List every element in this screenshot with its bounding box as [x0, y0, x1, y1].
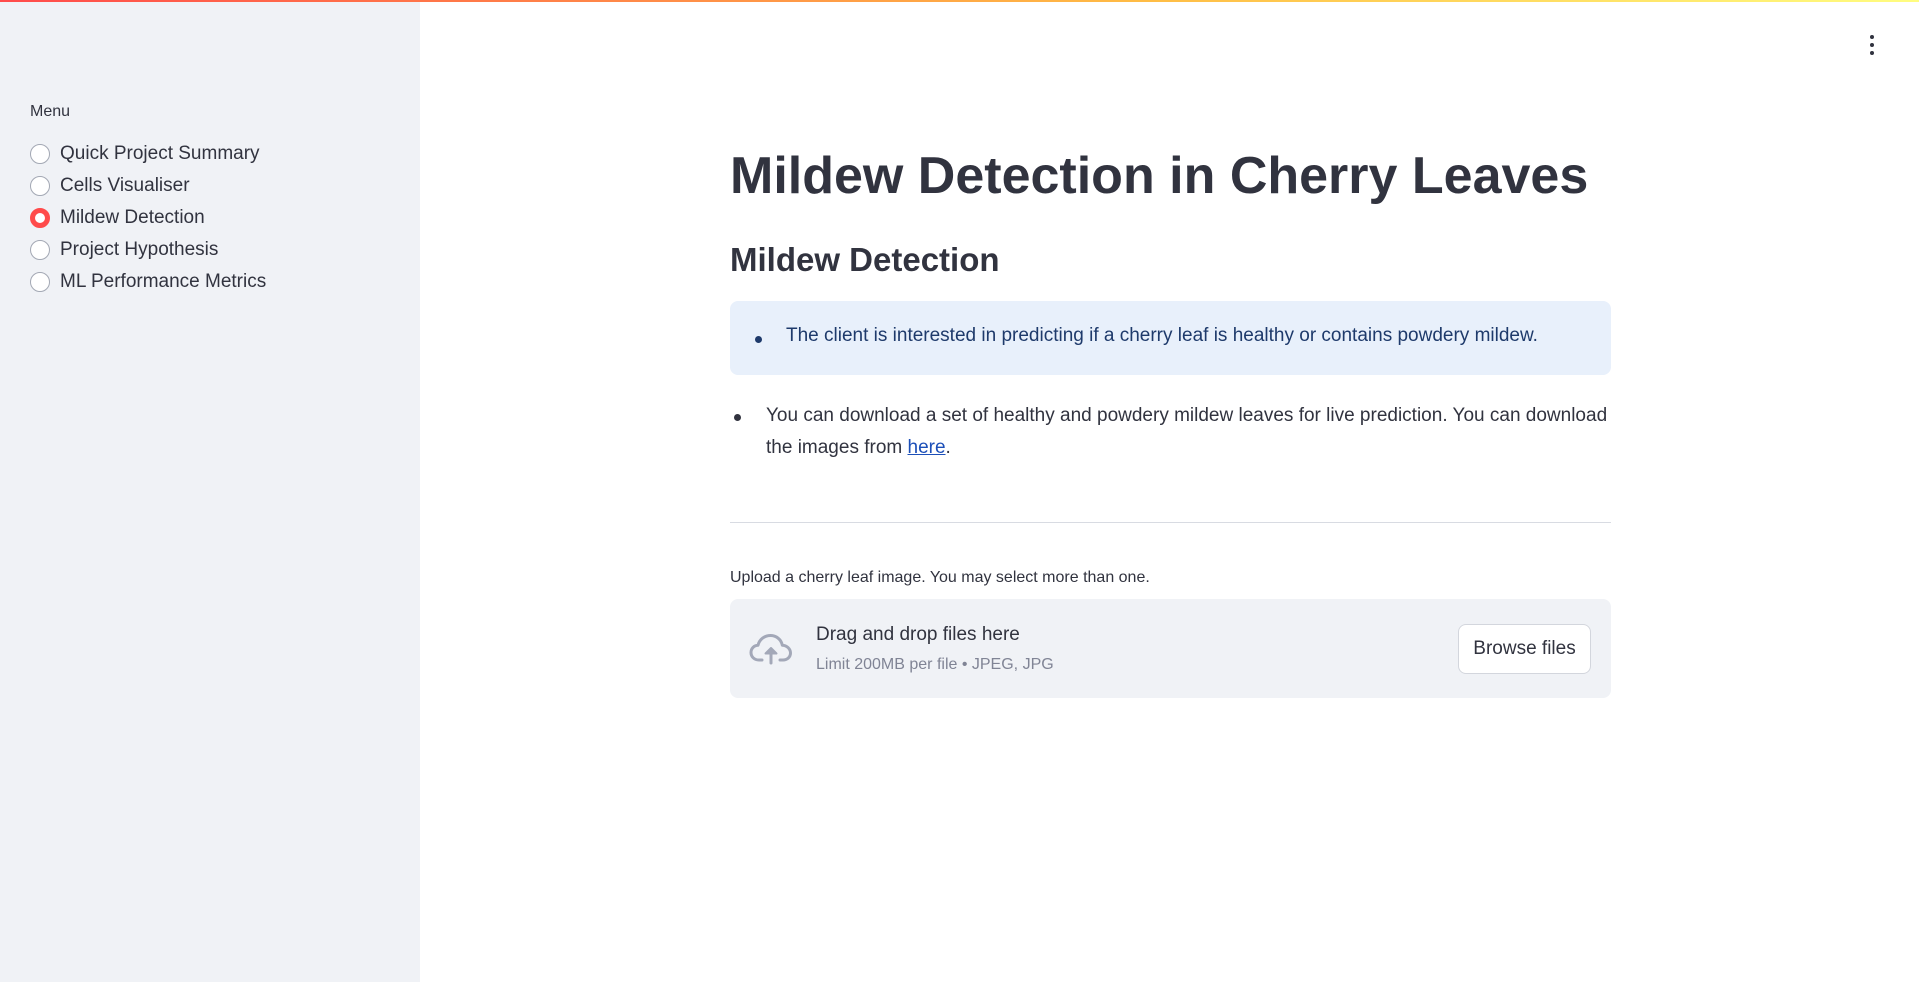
download-bullet-period: .	[945, 437, 951, 458]
sidebar-item-project-hypothesis[interactable]: Project Hypothesis	[30, 234, 266, 266]
bullet-icon	[734, 414, 741, 421]
sidebar-item-label: Project Hypothesis	[60, 239, 219, 260]
radio-unchecked-icon	[30, 240, 50, 260]
sidebar-item-label: Cells Visualiser	[60, 175, 190, 196]
kebab-menu-icon[interactable]	[1862, 33, 1882, 57]
radio-checked-icon	[30, 208, 50, 228]
dropzone-file-limit: Limit 200MB per file • JPEG, JPG	[816, 656, 1054, 673]
download-bullet-body: You can download a set of healthy and po…	[766, 405, 1608, 458]
sidebar-item-cells-visualiser[interactable]: Cells Visualiser	[30, 170, 266, 202]
sidebar-item-label: Quick Project Summary	[60, 143, 260, 164]
bullet-icon	[755, 336, 762, 343]
page-title: Mildew Detection in Cherry Leaves	[730, 147, 1589, 205]
sidebar-item-label: ML Performance Metrics	[60, 271, 267, 292]
download-bullet-text: You can download a set of healthy and po…	[766, 400, 1611, 464]
section-subheader: Mildew Detection	[730, 241, 1000, 278]
radio-unchecked-icon	[30, 176, 50, 196]
sidebar-menu-label: Menu	[30, 103, 71, 120]
sidebar-item-mildew-detection[interactable]: Mildew Detection	[30, 202, 266, 234]
section-divider	[730, 522, 1611, 523]
sidebar-item-quick-project-summary[interactable]: Quick Project Summary	[30, 138, 266, 170]
sidebar-item-label: Mildew Detection	[60, 207, 205, 228]
download-link[interactable]: here	[908, 437, 946, 458]
kebab-dot	[1870, 51, 1874, 55]
info-callout: The client is interested in predicting i…	[730, 301, 1611, 375]
cloud-upload-icon	[749, 634, 792, 665]
kebab-dot	[1870, 35, 1874, 39]
sidebar: Menu Quick Project Summary Cells Visuali…	[0, 0, 420, 982]
kebab-dot	[1870, 43, 1874, 47]
header-decoration-bar	[0, 0, 1919, 2]
dropzone-instructions: Drag and drop files here	[816, 624, 1020, 645]
radio-unchecked-icon	[30, 272, 50, 292]
sidebar-item-ml-performance-metrics[interactable]: ML Performance Metrics	[30, 266, 266, 298]
sidebar-radio-group: Quick Project Summary Cells Visualiser M…	[30, 138, 266, 298]
info-callout-text: The client is interested in predicting i…	[786, 325, 1538, 346]
browse-files-button[interactable]: Browse files	[1458, 624, 1591, 674]
file-uploader-label: Upload a cherry leaf image. You may sele…	[730, 569, 1150, 586]
radio-unchecked-icon	[30, 144, 50, 164]
file-dropzone[interactable]: Drag and drop files here Limit 200MB per…	[730, 599, 1611, 698]
download-bullet: You can download a set of healthy and po…	[730, 400, 1611, 464]
